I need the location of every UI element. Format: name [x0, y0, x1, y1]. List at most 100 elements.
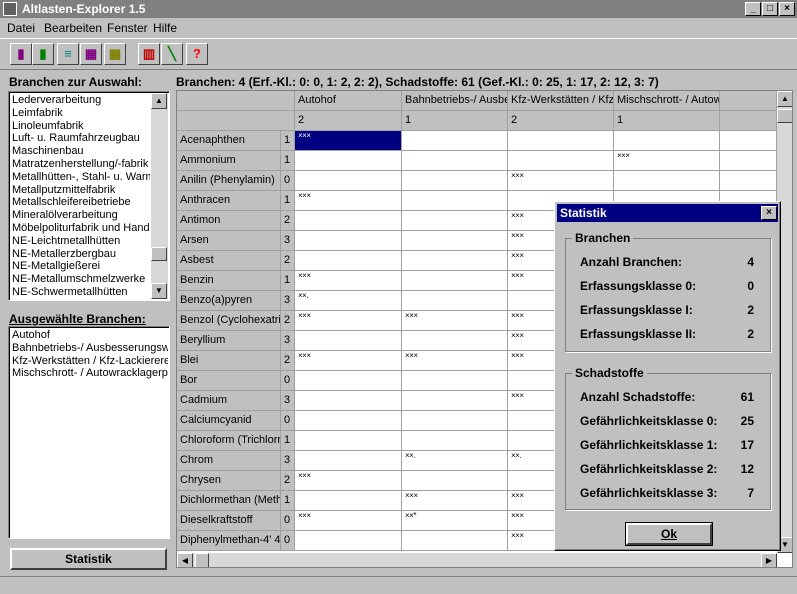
app-icon[interactable]: [3, 2, 17, 16]
grid-cell[interactable]: [295, 391, 402, 411]
grid-cell[interactable]: ×××: [295, 511, 402, 531]
row-header[interactable]: Arsen: [177, 231, 281, 251]
list-item[interactable]: Matratzenherstellung/-fabrik: [12, 158, 148, 171]
grid-cell[interactable]: ×××: [295, 271, 402, 291]
ok-button[interactable]: Ok: [625, 522, 713, 546]
grid-cell[interactable]: ××.: [402, 451, 508, 471]
grid-cell[interactable]: [295, 211, 402, 231]
list-item[interactable]: NE-Metallgießerei: [12, 260, 100, 273]
scroll-up-icon[interactable]: ▲: [777, 91, 792, 107]
menu-hilfe[interactable]: Hilfe: [153, 21, 177, 35]
pen-icon[interactable]: ╲: [161, 43, 183, 65]
grid-cell[interactable]: [508, 131, 614, 151]
grid-cell[interactable]: ×××: [295, 351, 402, 371]
grid-cell[interactable]: [295, 251, 402, 271]
grid-cell[interactable]: [402, 171, 508, 191]
help-icon[interactable]: ?: [186, 43, 208, 65]
dialog-close-icon[interactable]: ×: [761, 206, 777, 220]
grid-cell[interactable]: [402, 471, 508, 491]
list-item[interactable]: NE-Leichtmetallhütten: [12, 235, 120, 248]
tool-4-icon[interactable]: ▦: [80, 43, 102, 65]
list-item[interactable]: Luft- u. Raumfahrzeugbau: [12, 132, 140, 145]
list-item[interactable]: Bahnbetriebs-/ Ausbesserungswe: [12, 342, 168, 355]
grid-cell[interactable]: [295, 151, 402, 171]
column-header[interactable]: [720, 91, 777, 111]
row-header[interactable]: Bor: [177, 371, 281, 391]
tool-2-icon[interactable]: ▮: [32, 43, 54, 65]
row-header[interactable]: Beryllium: [177, 331, 281, 351]
grid-cell[interactable]: [402, 371, 508, 391]
row-header[interactable]: Blei: [177, 351, 281, 371]
grid-cell[interactable]: ×××: [402, 491, 508, 511]
row-header[interactable]: Asbest: [177, 251, 281, 271]
scroll-thumb[interactable]: [195, 553, 209, 567]
list-item[interactable]: Möbelpoliturfabrik und Handlu: [12, 222, 150, 235]
row-header[interactable]: Chrom: [177, 451, 281, 471]
list-item[interactable]: NE-Schwermetallhütten: [12, 286, 128, 299]
menu-datei[interactable]: Datei: [7, 21, 35, 35]
list-item[interactable]: Metallputzmittelfabrik: [12, 184, 115, 197]
grid-cell[interactable]: ×××: [295, 471, 402, 491]
column-header[interactable]: Bahnbetriebs-/ Ausbe: [402, 91, 508, 111]
grid-cell[interactable]: ×××: [402, 351, 508, 371]
grid-cell[interactable]: [295, 371, 402, 391]
close-button[interactable]: ×: [779, 2, 795, 16]
grid-cell[interactable]: [402, 411, 508, 431]
tool-3-icon[interactable]: ≡: [57, 43, 79, 65]
row-header[interactable]: Chrysen: [177, 471, 281, 491]
list-item[interactable]: Linoleumfabrik: [12, 120, 84, 133]
list-item[interactable]: Metallhütten-, Stahl- u. Warmw: [12, 171, 150, 184]
scroll-thumb[interactable]: [777, 109, 792, 123]
menu-bearbeiten[interactable]: Bearbeiten: [44, 21, 102, 35]
row-header[interactable]: Chloroform (Trichlorm: [177, 431, 281, 451]
grid-cell[interactable]: [614, 131, 720, 151]
scroll-down-icon[interactable]: ▼: [151, 283, 167, 299]
grid-cell[interactable]: [402, 231, 508, 251]
row-header[interactable]: Cadmium: [177, 391, 281, 411]
grid-cell[interactable]: ×××: [508, 171, 614, 191]
grid-cell[interactable]: [295, 171, 402, 191]
branchen-auswahl-scrollbar[interactable]: ▲ ▼: [151, 93, 168, 299]
statistik-button[interactable]: Statistik: [10, 548, 167, 570]
column-header[interactable]: Mischschrott- / Autow: [614, 91, 720, 111]
list-item[interactable]: NE-Metallerzbergbau: [12, 248, 116, 261]
row-header[interactable]: Ammonium: [177, 151, 281, 171]
ausgewaehlte-list[interactable]: Autohof Bahnbetriebs-/ Ausbesserungswe Kfz…: [8, 326, 170, 539]
grid-cell[interactable]: [720, 131, 777, 151]
grid-cell[interactable]: [402, 251, 508, 271]
grid-cell[interactable]: [402, 211, 508, 231]
grid-cell[interactable]: [402, 291, 508, 311]
row-header[interactable]: Antimon: [177, 211, 281, 231]
grid-cell[interactable]: ××*: [402, 511, 508, 531]
row-header[interactable]: Anthracen: [177, 191, 281, 211]
grid-cell[interactable]: [402, 531, 508, 551]
list-item[interactable]: Maschinenbau: [12, 145, 84, 158]
grid-cell[interactable]: [402, 431, 508, 451]
grid-cell[interactable]: [295, 231, 402, 251]
list-item[interactable]: Autohof: [12, 329, 50, 342]
scroll-thumb[interactable]: [151, 247, 167, 261]
grid-cell[interactable]: [295, 451, 402, 471]
grid-cell[interactable]: ×××: [295, 191, 402, 211]
row-header[interactable]: Dichlormethan (Meth: [177, 491, 281, 511]
grid-cell[interactable]: ××.: [295, 291, 402, 311]
column-header[interactable]: Autohof: [295, 91, 402, 111]
grid-cell[interactable]: [295, 411, 402, 431]
tool-1-icon[interactable]: ▮: [10, 43, 32, 65]
grid-cell[interactable]: [402, 151, 508, 171]
grid-cell[interactable]: [402, 131, 508, 151]
row-header[interactable]: Diphenylmethan-4' 4': [177, 531, 281, 551]
row-header[interactable]: Benzin: [177, 271, 281, 291]
grid-cell[interactable]: [508, 151, 614, 171]
list-item[interactable]: Leimfabrik: [12, 107, 63, 120]
grid-cell[interactable]: [295, 431, 402, 451]
minimize-button[interactable]: _: [745, 2, 761, 16]
grid-cell[interactable]: [402, 331, 508, 351]
row-header[interactable]: Anilin (Phenylamin): [177, 171, 281, 191]
row-header[interactable]: Acenaphthen: [177, 131, 281, 151]
row-header[interactable]: Benzol (Cyclohexatrie: [177, 311, 281, 331]
grid-cell[interactable]: [720, 151, 777, 171]
grid-cell[interactable]: [402, 191, 508, 211]
scroll-up-icon[interactable]: ▲: [151, 93, 167, 109]
grid-cell[interactable]: [295, 331, 402, 351]
